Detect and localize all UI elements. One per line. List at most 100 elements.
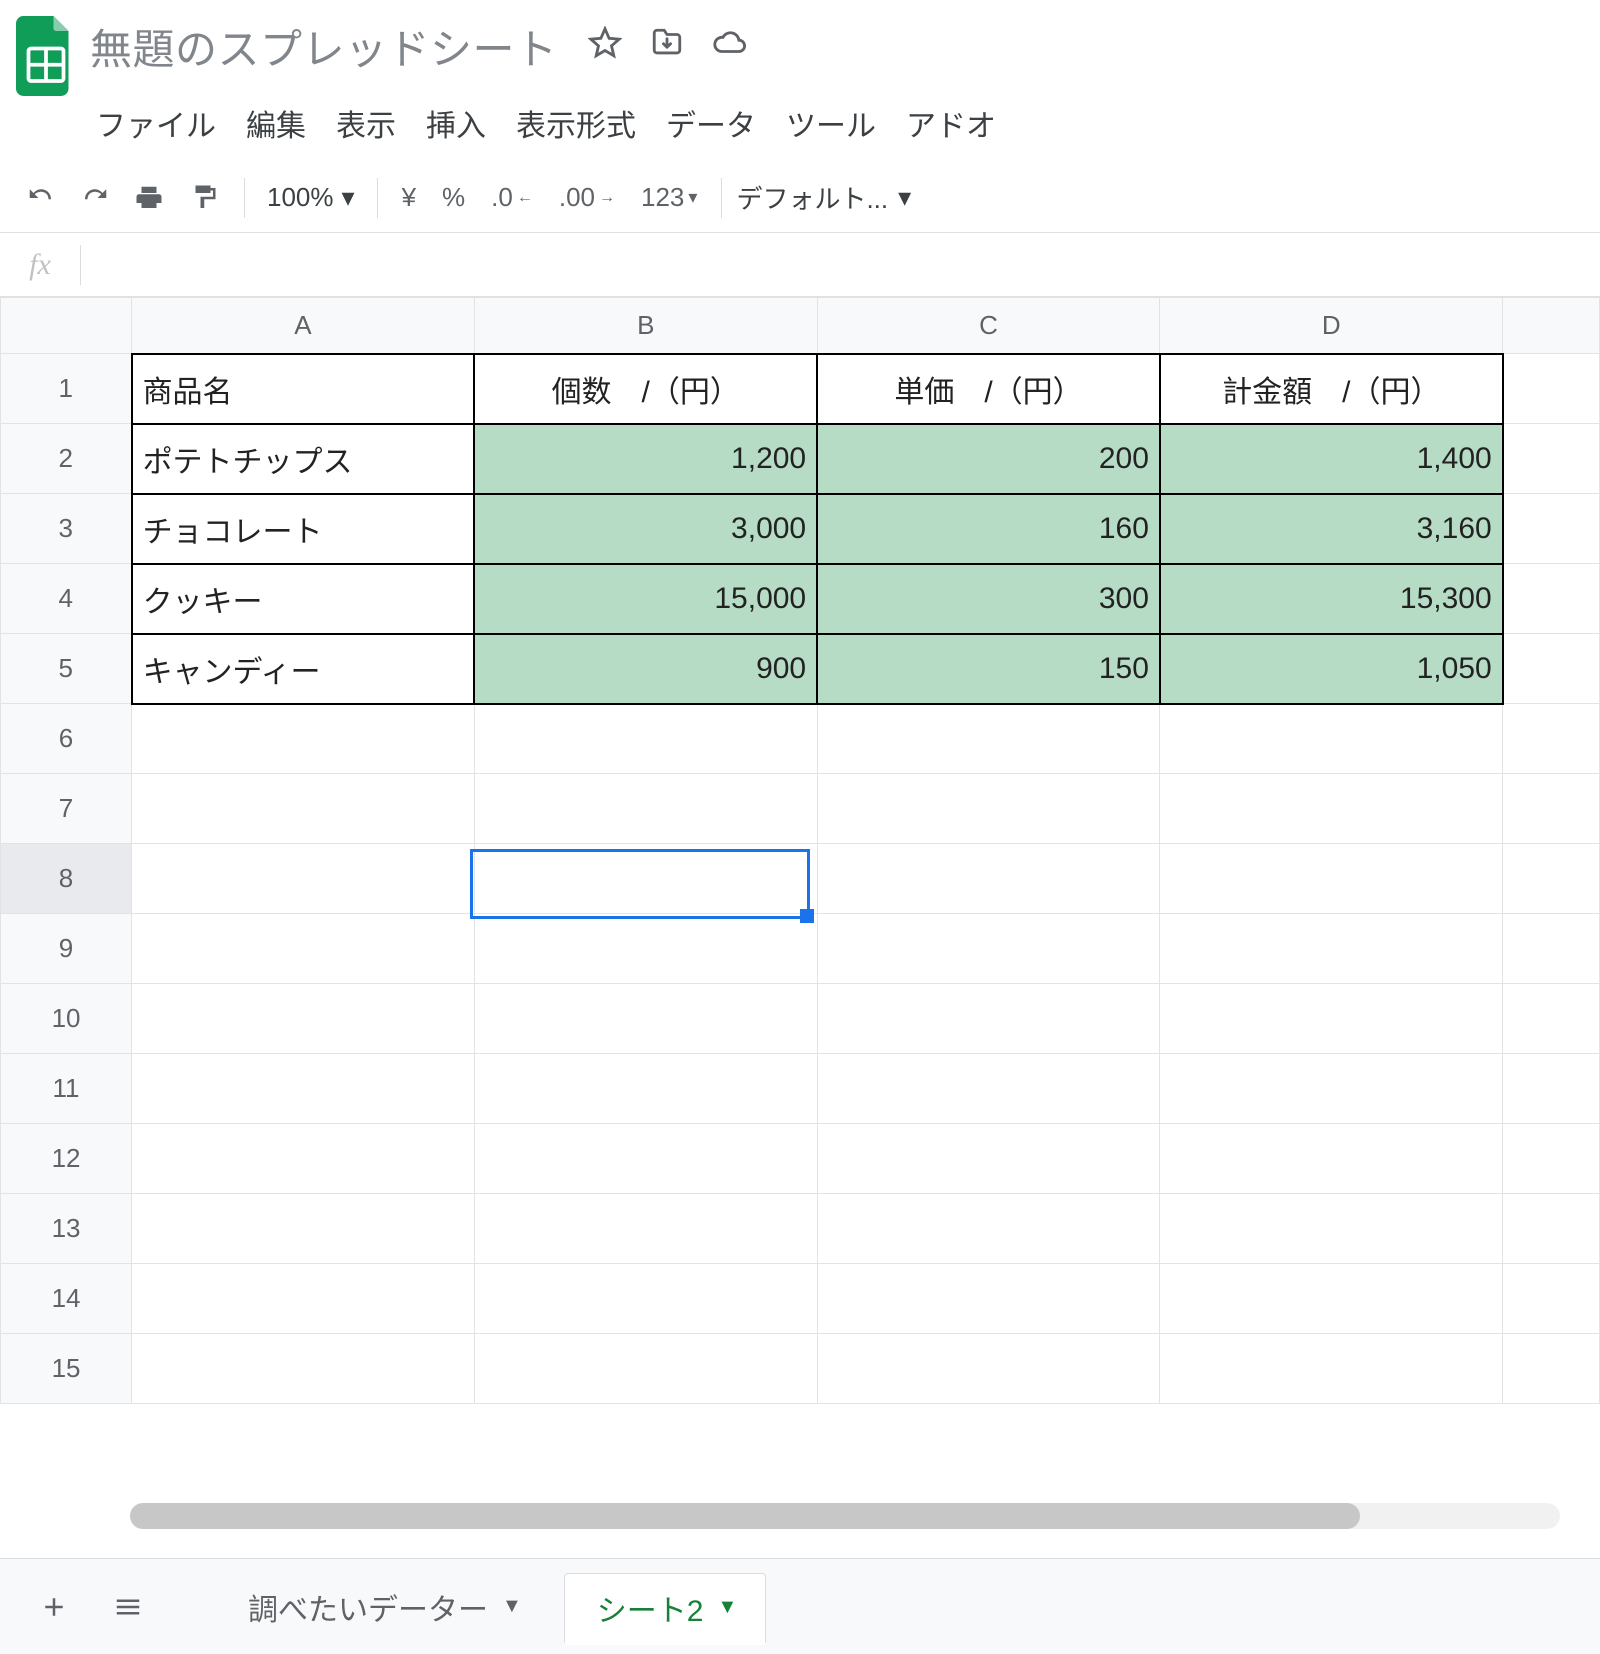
row-header[interactable]: 14 [1, 1264, 132, 1334]
paint-format-button[interactable] [176, 171, 230, 225]
cell[interactable] [1503, 634, 1600, 704]
row-header[interactable]: 11 [1, 1054, 132, 1124]
row-header[interactable]: 7 [1, 774, 132, 844]
cell[interactable] [132, 1194, 475, 1264]
cell-D3[interactable]: 3,160 [1160, 494, 1503, 564]
cell[interactable] [1160, 1194, 1503, 1264]
cloud-status-icon[interactable] [712, 26, 746, 67]
cell-B3[interactable]: 3,000 [474, 494, 817, 564]
sheet-tab-other[interactable]: 調べたいデーター ▼ [216, 1573, 550, 1641]
cell[interactable] [1160, 914, 1503, 984]
cell[interactable] [1503, 1264, 1600, 1334]
redo-button[interactable] [68, 171, 122, 225]
menu-view[interactable]: 表示 [336, 101, 396, 145]
row-header[interactable]: 2 [1, 424, 132, 494]
sheets-logo[interactable] [12, 12, 80, 100]
cell[interactable] [1503, 774, 1600, 844]
cell-B4[interactable]: 15,000 [474, 564, 817, 634]
cell[interactable] [817, 1334, 1160, 1404]
cell-C3[interactable]: 160 [817, 494, 1160, 564]
cell[interactable] [132, 914, 475, 984]
select-all-corner[interactable] [1, 298, 132, 354]
cell-B8[interactable] [474, 844, 817, 914]
cell[interactable] [1503, 844, 1600, 914]
cell[interactable] [1160, 984, 1503, 1054]
cell-D5[interactable]: 1,050 [1160, 634, 1503, 704]
cell-B5[interactable]: 900 [474, 634, 817, 704]
menu-data[interactable]: データ [666, 101, 756, 145]
cell[interactable] [132, 774, 475, 844]
row-header[interactable]: 1 [1, 354, 132, 424]
cell[interactable] [1503, 1194, 1600, 1264]
cell[interactable] [1503, 1054, 1600, 1124]
menu-edit[interactable]: 編集 [246, 101, 306, 145]
move-icon[interactable] [650, 26, 684, 67]
cell[interactable] [1160, 1264, 1503, 1334]
font-select[interactable]: デフォルト... ▾ [736, 179, 911, 216]
menu-addons[interactable]: アドオ [906, 101, 996, 145]
row-header[interactable]: 12 [1, 1124, 132, 1194]
currency-button[interactable]: ¥ [402, 182, 416, 213]
cell[interactable] [1503, 1124, 1600, 1194]
col-header-E[interactable] [1503, 298, 1600, 354]
row-header[interactable]: 13 [1, 1194, 132, 1264]
cell-C5[interactable]: 150 [817, 634, 1160, 704]
undo-button[interactable] [14, 171, 68, 225]
cell[interactable] [132, 984, 475, 1054]
cell[interactable] [132, 704, 475, 774]
cell-B2[interactable]: 1,200 [474, 424, 817, 494]
cell[interactable] [1160, 704, 1503, 774]
cell[interactable] [1503, 354, 1600, 424]
row-header[interactable]: 4 [1, 564, 132, 634]
cell[interactable] [1160, 1334, 1503, 1404]
col-header-C[interactable]: C [817, 298, 1160, 354]
col-header-D[interactable]: D [1160, 298, 1503, 354]
cell[interactable] [474, 1264, 817, 1334]
cell[interactable] [474, 914, 817, 984]
cell-C2[interactable]: 200 [817, 424, 1160, 494]
cell-D1[interactable]: 計金額 /（円） [1160, 354, 1503, 424]
cell[interactable] [474, 984, 817, 1054]
cell[interactable] [132, 844, 475, 914]
cell[interactable] [1160, 1054, 1503, 1124]
add-sheet-button[interactable] [24, 1577, 84, 1637]
cell[interactable] [817, 1124, 1160, 1194]
col-header-A[interactable]: A [132, 298, 475, 354]
cell[interactable] [474, 774, 817, 844]
row-header[interactable]: 6 [1, 704, 132, 774]
row-header[interactable]: 3 [1, 494, 132, 564]
cell-D4[interactable]: 15,300 [1160, 564, 1503, 634]
document-title[interactable]: 無題のスプレッドシート [90, 16, 558, 77]
cell-D2[interactable]: 1,400 [1160, 424, 1503, 494]
cell-A1[interactable]: 商品名 [132, 354, 475, 424]
cell[interactable] [1160, 774, 1503, 844]
row-header[interactable]: 9 [1, 914, 132, 984]
cell-A3[interactable]: チョコレート [132, 494, 475, 564]
formula-input[interactable] [81, 233, 1600, 296]
cell[interactable] [817, 844, 1160, 914]
cell[interactable] [817, 1054, 1160, 1124]
cell[interactable] [132, 1334, 475, 1404]
cell[interactable] [474, 1334, 817, 1404]
print-button[interactable] [122, 171, 176, 225]
menu-file[interactable]: ファイル [96, 101, 216, 145]
cell[interactable] [474, 1124, 817, 1194]
cell[interactable] [1503, 914, 1600, 984]
cell[interactable] [1503, 424, 1600, 494]
col-header-B[interactable]: B [474, 298, 817, 354]
cell[interactable] [474, 704, 817, 774]
star-icon[interactable] [588, 26, 622, 67]
decrease-decimal-button[interactable]: .0← [491, 182, 533, 213]
cell[interactable] [817, 774, 1160, 844]
horizontal-scrollbar[interactable] [130, 1503, 1560, 1529]
cell[interactable] [817, 1194, 1160, 1264]
cell[interactable] [132, 1054, 475, 1124]
spreadsheet-grid[interactable]: A B C D 1 商品名 個数 /（円） 単価 /（円） 計金額 /（円） 2… [0, 297, 1600, 1497]
all-sheets-button[interactable] [98, 1577, 158, 1637]
cell[interactable] [1160, 1124, 1503, 1194]
cell[interactable] [817, 704, 1160, 774]
cell[interactable] [817, 914, 1160, 984]
cell[interactable] [817, 984, 1160, 1054]
cell[interactable] [1503, 564, 1600, 634]
row-header[interactable]: 5 [1, 634, 132, 704]
